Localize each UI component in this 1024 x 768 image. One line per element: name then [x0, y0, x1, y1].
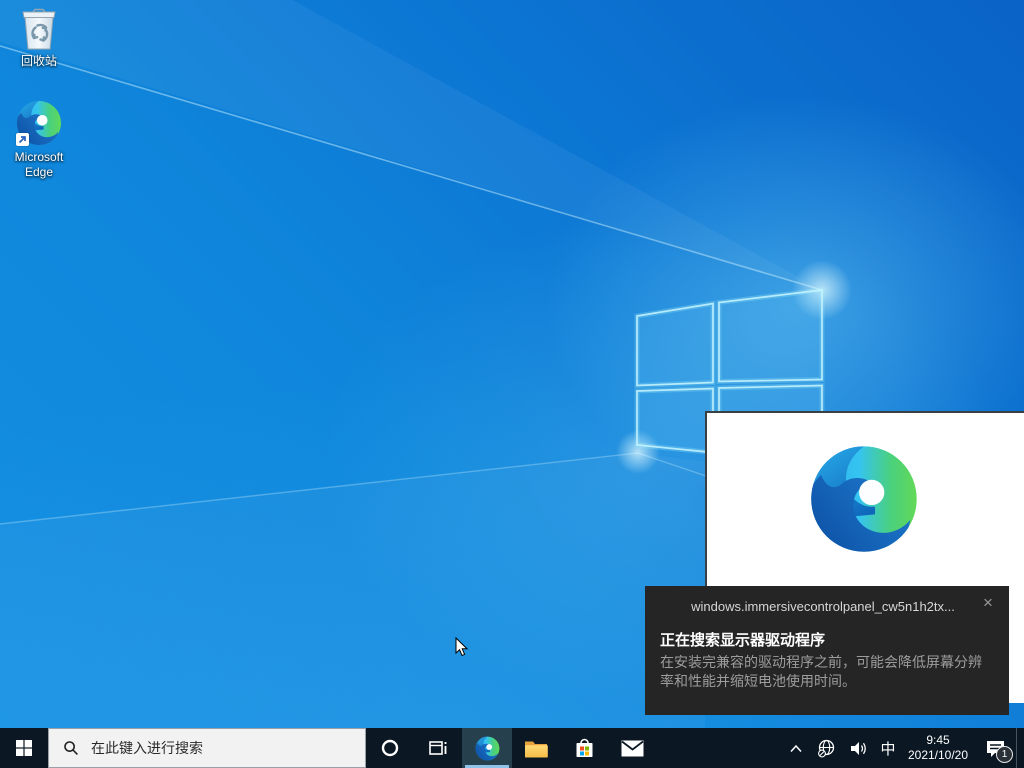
toast-app-id: windows.immersivecontrolpanel_cw5n1h2tx.…	[681, 599, 965, 614]
shortcut-arrow-icon	[16, 133, 29, 146]
show-desktop-button[interactable]	[1016, 728, 1024, 768]
notification-count-badge: 1	[996, 746, 1013, 763]
search-icon	[63, 740, 79, 756]
toast-body: 在安装完兼容的驱动程序之前，可能会降低屏幕分辨率和性能并缩短电池使用时间。	[660, 653, 994, 691]
toast-title: 正在搜索显示器驱动程序	[660, 629, 994, 650]
cortana-icon	[380, 738, 400, 758]
desktop-icon-edge[interactable]: Microsoft Edge	[4, 100, 74, 180]
chevron-up-icon	[789, 744, 803, 753]
file-explorer-icon	[524, 739, 548, 758]
tray-clock[interactable]: 9:45 2021/10/20	[902, 728, 974, 768]
network-globe-disconnected-icon	[817, 739, 836, 758]
clock-date: 2021/10/20	[908, 748, 968, 763]
desktop-icon-label: 回收站	[21, 54, 57, 69]
task-view-button[interactable]	[414, 728, 462, 768]
recycle-bin-icon	[19, 6, 59, 50]
taskbar-mail-button[interactable]	[608, 728, 656, 768]
taskbar-store-button[interactable]	[560, 728, 608, 768]
microsoft-store-icon	[574, 737, 595, 759]
tray-ime-indicator[interactable]: 中	[874, 728, 902, 768]
desktop-icon-recycle-bin[interactable]: 回收站	[4, 6, 74, 69]
action-center-button[interactable]: 1	[974, 728, 1016, 768]
taskbar-file-explorer-button[interactable]	[512, 728, 560, 768]
cortana-button[interactable]	[366, 728, 414, 768]
taskbar-edge-button[interactable]	[462, 728, 512, 768]
desktop-icon-label: Microsoft Edge	[4, 150, 74, 180]
windows-start-icon	[16, 740, 32, 756]
close-icon[interactable]: ×	[977, 592, 999, 614]
volume-icon	[849, 740, 868, 757]
edge-taskbar-icon	[475, 736, 500, 761]
edge-logo-splash-icon	[809, 444, 919, 554]
task-view-icon	[428, 738, 448, 758]
taskbar-empty-area	[656, 728, 782, 768]
mail-icon	[621, 740, 644, 757]
notification-toast[interactable]: windows.immersivecontrolpanel_cw5n1h2tx.…	[645, 586, 1009, 715]
tray-volume-button[interactable]	[842, 728, 874, 768]
tray-chevron-button[interactable]	[782, 728, 810, 768]
start-button[interactable]	[0, 728, 48, 768]
clock-time: 9:45	[926, 733, 949, 748]
tray-network-button[interactable]	[810, 728, 842, 768]
search-input[interactable]	[89, 739, 365, 757]
taskbar-search-box[interactable]	[48, 728, 366, 768]
desktop: 回收站 Microsoft Edge windows.immersivecont…	[0, 0, 1024, 768]
taskbar: 中 9:45 2021/10/20 1	[0, 728, 1024, 768]
